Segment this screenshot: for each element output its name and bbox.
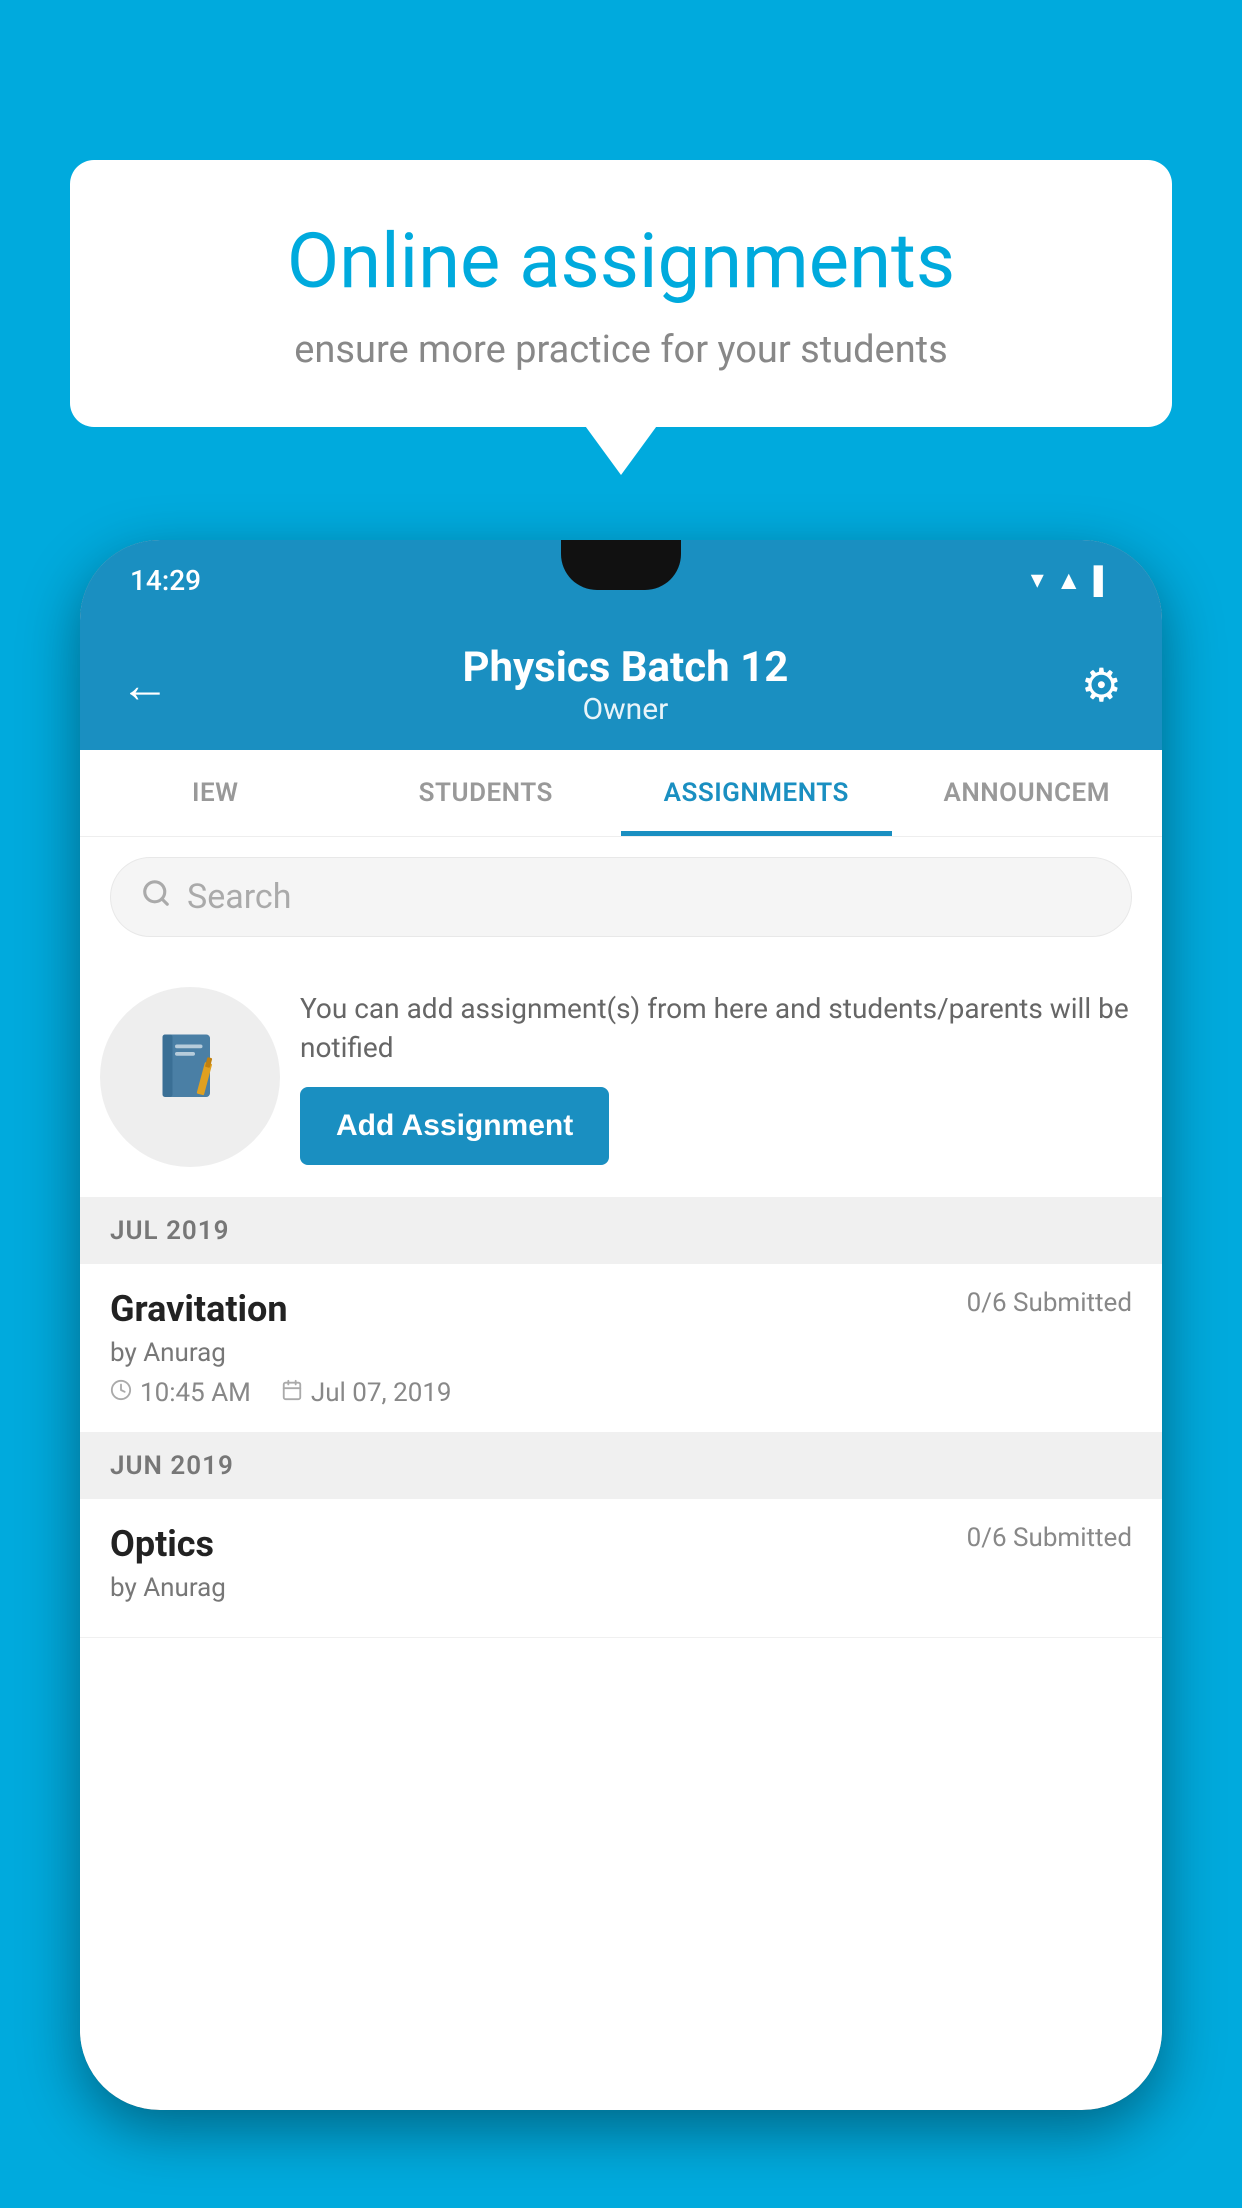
optics-name: Optics bbox=[110, 1523, 214, 1565]
speech-bubble-title: Online assignments bbox=[140, 220, 1102, 304]
tab-assignments[interactable]: ASSIGNMENTS bbox=[621, 750, 892, 836]
speech-bubble: Online assignments ensure more practice … bbox=[70, 160, 1172, 427]
wifi-icon: ▾ bbox=[1031, 565, 1044, 595]
add-assignment-button[interactable]: Add Assignment bbox=[300, 1087, 609, 1165]
assignment-promo-text: You can add assignment(s) from here and … bbox=[300, 989, 1132, 1067]
app-bar-title: Physics Batch 12 bbox=[462, 643, 788, 692]
assignment-item-top: Gravitation 0/6 Submitted bbox=[110, 1288, 1132, 1330]
optics-submitted: 0/6 Submitted bbox=[967, 1523, 1132, 1553]
status-bar: 14:29 ▾ ▲ ▌ bbox=[80, 540, 1162, 620]
assignment-time: 10:45 AM bbox=[110, 1378, 251, 1408]
section-header-jun: JUN 2019 bbox=[80, 1433, 1162, 1499]
tab-announcements[interactable]: ANNOUNCEM bbox=[892, 750, 1163, 836]
assignment-date: Jul 07, 2019 bbox=[281, 1378, 452, 1408]
phone-device: 14:29 ▾ ▲ ▌ ← Physics Batch 12 Owner ⚙ bbox=[80, 540, 1162, 2110]
add-assignment-promo: You can add assignment(s) from here and … bbox=[80, 957, 1162, 1198]
speech-bubble-subtitle: ensure more practice for your students bbox=[140, 328, 1102, 372]
battery-icon: ▌ bbox=[1094, 565, 1112, 596]
clock-icon bbox=[110, 1379, 132, 1407]
search-icon bbox=[141, 877, 171, 917]
notebook-icon bbox=[150, 1027, 230, 1127]
assignment-author: by Anurag bbox=[110, 1338, 1132, 1368]
back-button[interactable]: ← bbox=[120, 656, 170, 715]
phone-screen: 14:29 ▾ ▲ ▌ ← Physics Batch 12 Owner ⚙ bbox=[80, 540, 1162, 2110]
search-bar[interactable]: Search bbox=[110, 857, 1132, 937]
section-header-jul: JUL 2019 bbox=[80, 1198, 1162, 1264]
app-bar-subtitle: Owner bbox=[462, 692, 788, 727]
phone-notch bbox=[561, 540, 681, 590]
app-bar: ← Physics Batch 12 Owner ⚙ bbox=[80, 620, 1162, 750]
status-icons: ▾ ▲ ▌ bbox=[1031, 565, 1112, 596]
assignment-meta: 10:45 AM Jul 07, 201 bbox=[110, 1378, 1132, 1408]
status-time: 14:29 bbox=[130, 564, 201, 597]
phone-container: 14:29 ▾ ▲ ▌ ← Physics Batch 12 Owner ⚙ bbox=[80, 540, 1162, 2208]
assignment-item-optics[interactable]: Optics 0/6 Submitted by Anurag bbox=[80, 1499, 1162, 1638]
settings-icon[interactable]: ⚙ bbox=[1081, 658, 1122, 713]
speech-bubble-container: Online assignments ensure more practice … bbox=[70, 160, 1172, 427]
assignment-promo-right: You can add assignment(s) from here and … bbox=[300, 989, 1132, 1165]
assignment-item-gravitation[interactable]: Gravitation 0/6 Submitted by Anurag bbox=[80, 1264, 1162, 1433]
assignment-name: Gravitation bbox=[110, 1288, 288, 1330]
search-placeholder: Search bbox=[187, 877, 291, 917]
assignment-item-optics-top: Optics 0/6 Submitted bbox=[110, 1523, 1132, 1565]
app-bar-title-group: Physics Batch 12 Owner bbox=[462, 643, 788, 727]
assignment-icon-circle bbox=[100, 987, 280, 1167]
screen-content: Search bbox=[80, 837, 1162, 2107]
optics-author: by Anurag bbox=[110, 1573, 1132, 1603]
tab-iew[interactable]: IEW bbox=[80, 750, 351, 836]
tabs-bar: IEW STUDENTS ASSIGNMENTS ANNOUNCEM bbox=[80, 750, 1162, 837]
assignment-submitted: 0/6 Submitted bbox=[967, 1288, 1132, 1318]
tab-students[interactable]: STUDENTS bbox=[351, 750, 622, 836]
search-bar-container: Search bbox=[80, 837, 1162, 957]
signal-icon: ▲ bbox=[1056, 565, 1082, 596]
calendar-icon bbox=[281, 1379, 303, 1407]
